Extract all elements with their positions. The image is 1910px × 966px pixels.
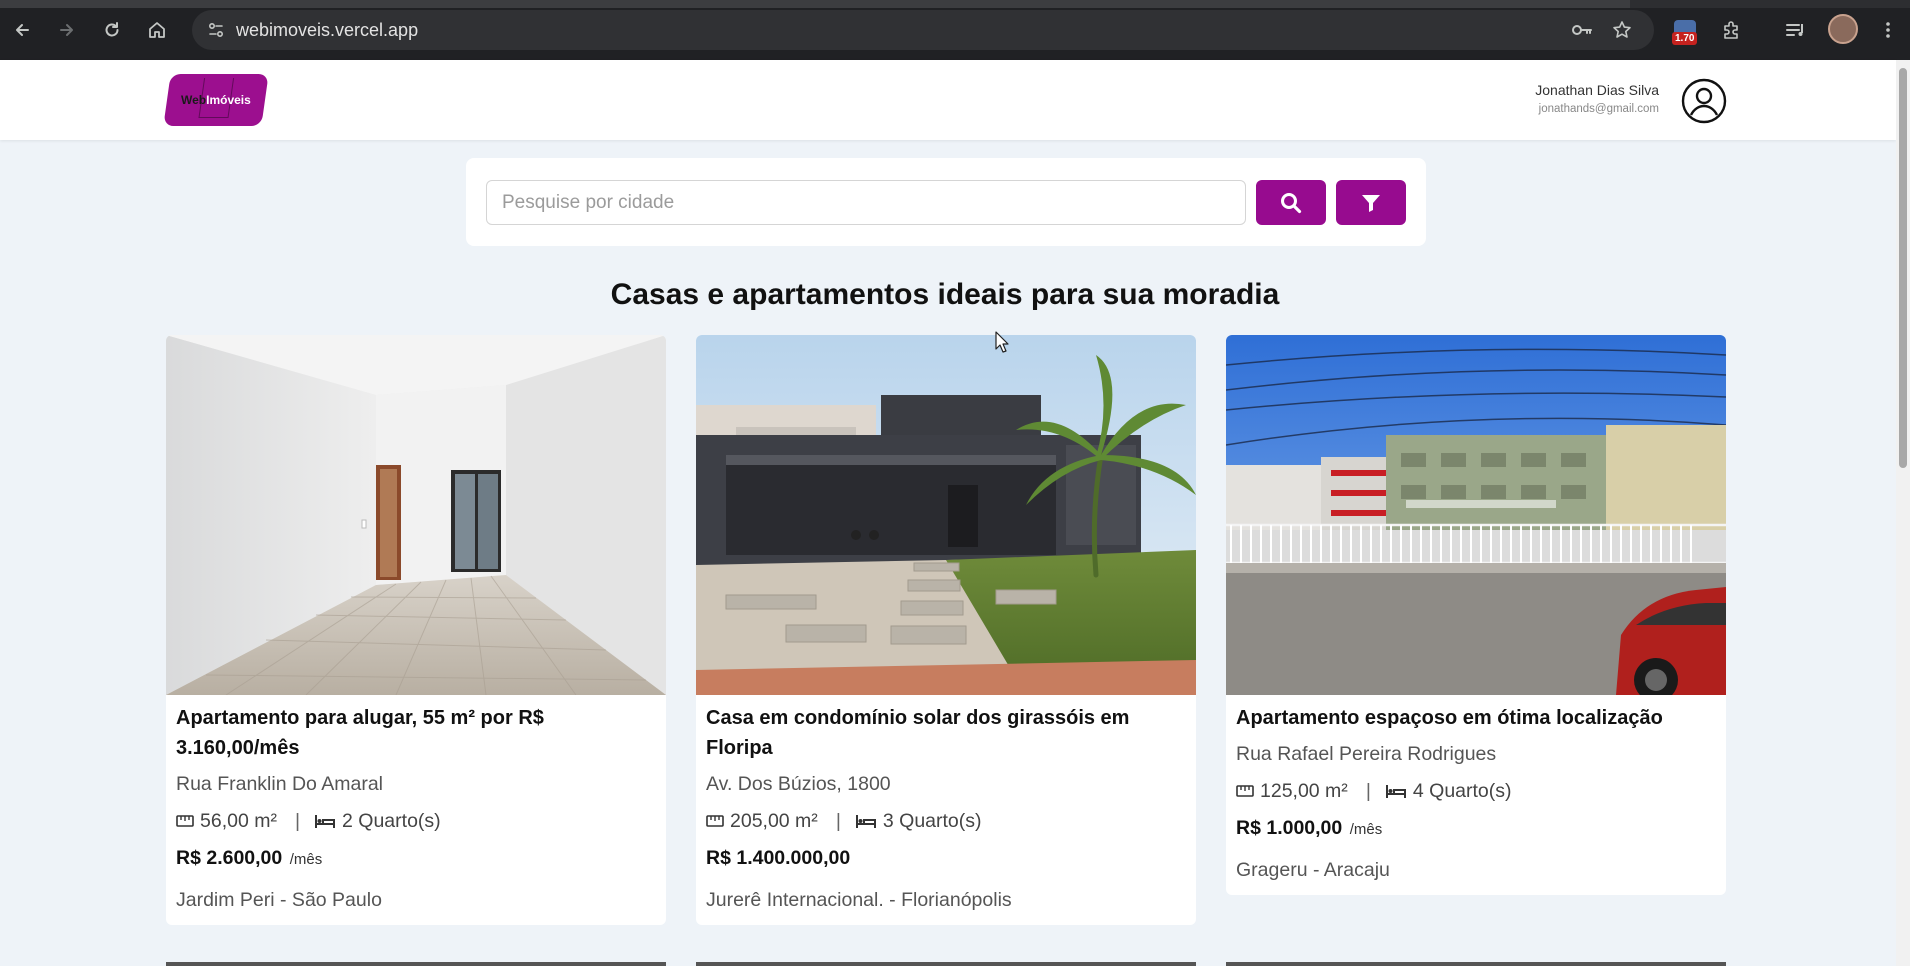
- scrollbar-thumb[interactable]: [1899, 68, 1907, 468]
- logo-text-imoveis: Imóveis: [206, 93, 251, 107]
- listing-specs: 56,00 m² | 2 Quarto(s): [176, 809, 656, 833]
- site-logo[interactable]: WebImóveis: [163, 74, 269, 126]
- listing-price-row: R$ 1.000,00 /mês: [1236, 815, 1716, 843]
- tab-strip: [0, 0, 1910, 8]
- area-ruler-icon: [1236, 785, 1254, 797]
- user-name: Jonathan Dias Silva: [1535, 82, 1659, 98]
- listing-photo[interactable]: [166, 335, 666, 695]
- site-header: WebImóveis Jonathan Dias Silva jonathand…: [0, 60, 1896, 140]
- extensions-puzzle-icon[interactable]: [1716, 14, 1748, 46]
- spec-divider: |: [835, 810, 841, 832]
- logo-text-web: Web: [181, 93, 207, 107]
- listing-bedrooms: 4 Quarto(s): [1412, 780, 1512, 802]
- page-scrollbar[interactable]: [1896, 60, 1910, 966]
- listing-title[interactable]: Apartamento para alugar, 55 m² por R$ 3.…: [176, 703, 656, 763]
- active-tab[interactable]: [0, 0, 1630, 8]
- page-heading: Casas e apartamentos ideais para sua mor…: [610, 278, 1280, 311]
- listing-price: R$ 1.400.000,00: [706, 847, 851, 869]
- listing-title[interactable]: Casa em condomínio solar dos girassóis e…: [706, 703, 1186, 763]
- extension-badge-icon[interactable]: 1.70: [1670, 14, 1704, 48]
- listing-bedrooms: 2 Quarto(s): [342, 810, 441, 832]
- listing-location: Jardim Peri - São Paulo: [176, 889, 382, 911]
- listing-price-row: R$ 1.400.000,00: [706, 845, 1186, 873]
- reload-icon[interactable]: [96, 14, 128, 46]
- listing-card[interactable]: Apartamento para alugar, 55 m² por R$ 3.…: [166, 335, 666, 925]
- listing-title[interactable]: Apartamento espaçoso em ótima localizaçã…: [1236, 703, 1716, 733]
- city-search-input[interactable]: [486, 180, 1246, 225]
- listing-price-suffix: /mês: [1349, 821, 1383, 838]
- listing-photo[interactable]: [1226, 335, 1726, 695]
- bed-icon: [315, 815, 336, 828]
- listing-area: 56,00 m²: [200, 810, 277, 832]
- next-listing-card-edge: [166, 962, 666, 966]
- listing-address: Rua Rafael Pereira Rodrigues: [1236, 743, 1497, 765]
- listing-address: Av. Dos Búzios, 1800: [706, 773, 891, 795]
- spec-divider: |: [294, 810, 301, 832]
- listing-price-suffix: /mês: [289, 851, 323, 868]
- area-ruler-icon: [176, 815, 194, 827]
- next-listing-card-edge: [1226, 962, 1726, 966]
- listing-bedrooms: 3 Quarto(s): [882, 810, 982, 832]
- listing-price: R$ 2.600,00: [176, 847, 283, 869]
- listing-location: Jurerê Internacional. - Florianópolis: [706, 889, 1012, 911]
- filter-button[interactable]: [1336, 180, 1406, 225]
- area-ruler-icon: [706, 815, 724, 827]
- listing-specs: 205,00 m² | 3 Quarto(s): [706, 809, 1186, 833]
- listing-area: 125,00 m²: [1260, 780, 1348, 802]
- filter-icon: [1362, 194, 1380, 212]
- listing-specs: 125,00 m² | 4 Quarto(s): [1236, 779, 1716, 803]
- listing-price-row: R$ 2.600,00 /mês: [176, 845, 656, 873]
- url-text: webimoveis.vercel.app: [236, 20, 419, 40]
- listing-card[interactable]: Casa em condomínio solar dos girassóis e…: [696, 335, 1196, 925]
- listing-location: Grageru - Aracaju: [1236, 859, 1390, 881]
- listing-address: Rua Franklin Do Amaral: [176, 773, 383, 795]
- search-button[interactable]: [1256, 180, 1326, 225]
- home-icon[interactable]: [141, 14, 173, 46]
- listing-area: 205,00 m²: [730, 810, 818, 832]
- mouse-cursor-icon: [995, 331, 1009, 358]
- listing-card[interactable]: Apartamento espaçoso em ótima localizaçã…: [1226, 335, 1726, 895]
- password-key-icon[interactable]: [1566, 14, 1598, 46]
- extension-badge-count: 1.70: [1672, 32, 1698, 45]
- next-listing-card-edge: [696, 962, 1196, 966]
- bookmark-star-icon[interactable]: [1606, 14, 1638, 46]
- address-bar[interactable]: webimoveis.vercel.app: [192, 10, 1654, 50]
- listing-price: R$ 1.000,00: [1236, 817, 1343, 839]
- spec-divider: |: [1365, 780, 1371, 802]
- profile-avatar[interactable]: [1828, 14, 1858, 44]
- forward-icon[interactable]: [51, 14, 83, 46]
- browser-toolbar: webimoveis.vercel.app 1.70: [0, 0, 1910, 60]
- menu-dots-icon[interactable]: [1872, 14, 1904, 46]
- media-control-icon[interactable]: [1780, 14, 1812, 46]
- site-info-icon[interactable]: [204, 18, 228, 42]
- user-email: jonathands@gmail.com: [1538, 103, 1659, 115]
- back-icon[interactable]: [6, 14, 38, 46]
- search-icon: [1281, 192, 1302, 213]
- listing-photo[interactable]: [696, 335, 1196, 695]
- user-avatar-icon[interactable]: [1681, 78, 1727, 124]
- bed-icon: [855, 815, 876, 828]
- bed-icon: [1385, 785, 1406, 798]
- search-panel: [466, 158, 1426, 246]
